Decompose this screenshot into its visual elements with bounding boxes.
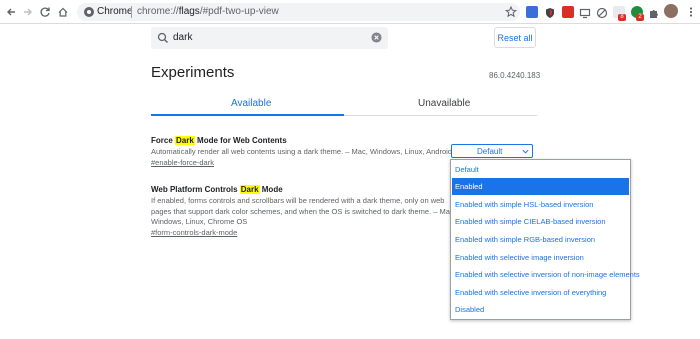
experiment-permalink[interactable]: #form-controls-dark-mode bbox=[151, 228, 237, 237]
search-highlight: Dark bbox=[175, 136, 195, 145]
experiment-description: Automatically render all web contents us… bbox=[151, 147, 452, 156]
address-bar[interactable]: Chrome chrome://flags/#pdf-two-up-view bbox=[77, 3, 520, 21]
site-label: Chrome bbox=[97, 6, 133, 17]
dropdown-option-selected[interactable]: Enabled bbox=[452, 178, 629, 195]
browser-toolbar: Chrome chrome://flags/#pdf-two-up-view 8… bbox=[0, 0, 700, 24]
avatar[interactable] bbox=[664, 4, 678, 18]
force-dark-select[interactable]: Default bbox=[451, 144, 533, 158]
reload-icon[interactable] bbox=[38, 5, 52, 19]
screen-extension-icon[interactable] bbox=[579, 6, 591, 19]
active-tab-indicator bbox=[151, 114, 344, 116]
dropdown-option[interactable]: Enabled with simple HSL-based inversion bbox=[452, 196, 629, 213]
search-flags-input[interactable]: dark bbox=[151, 27, 388, 49]
page-title: Experiments bbox=[151, 64, 235, 81]
dropdown-option[interactable]: Enabled with simple RGB-based inversion bbox=[452, 231, 629, 248]
chrome-site-icon[interactable] bbox=[83, 6, 95, 18]
forward-icon[interactable] bbox=[21, 5, 35, 19]
shield-extension-icon[interactable] bbox=[544, 6, 556, 18]
select-value: Default bbox=[477, 147, 503, 156]
address-separator bbox=[131, 6, 132, 18]
dropdown-option[interactable]: Default bbox=[452, 161, 629, 178]
dropdown-option[interactable]: Enabled with selective image inversion bbox=[452, 249, 629, 266]
bookmark-star-icon[interactable] bbox=[505, 6, 517, 18]
experiment-description: If enabled, forms controls and scrollbar… bbox=[151, 196, 456, 226]
extension-badge: 2 bbox=[636, 14, 644, 21]
extension-red-icon[interactable] bbox=[562, 6, 574, 18]
clear-search-icon[interactable] bbox=[371, 32, 382, 43]
version-label: 86.0.4240.183 bbox=[489, 71, 541, 80]
dropdown-option[interactable]: Disabled bbox=[452, 301, 629, 318]
experiment-title-force-dark: Force Dark Mode for Web Contents bbox=[151, 136, 287, 145]
block-extension-icon[interactable] bbox=[596, 6, 608, 19]
dropdown-option[interactable]: Enabled with simple CIELAB-based inversi… bbox=[452, 213, 629, 230]
search-highlight: Dark bbox=[239, 185, 260, 194]
home-icon[interactable] bbox=[56, 5, 70, 19]
reset-all-button[interactable]: Reset all bbox=[494, 27, 536, 48]
puzzle-extensions-icon[interactable] bbox=[648, 6, 660, 18]
dropdown-option[interactable]: Enabled with selective inversion of ever… bbox=[452, 284, 629, 301]
chevron-down-icon bbox=[522, 149, 529, 154]
extension-blue-icon[interactable] bbox=[526, 6, 538, 18]
extension-badge: 8 bbox=[618, 14, 626, 21]
experiment-permalink[interactable]: #enable-force-dark bbox=[151, 158, 214, 167]
back-icon[interactable] bbox=[4, 5, 18, 19]
tab-available[interactable]: Available bbox=[231, 98, 271, 109]
tab-unavailable[interactable]: Unavailable bbox=[418, 98, 470, 109]
select-options-dropdown: Default Enabled Enabled with simple HSL-… bbox=[450, 159, 640, 320]
search-icon bbox=[157, 32, 168, 43]
url-text[interactable]: chrome://flags/#pdf-two-up-view bbox=[137, 6, 279, 17]
experiment-title-form-controls-dark: Web Platform Controls Dark Mode bbox=[151, 185, 283, 194]
more-menu-icon[interactable] bbox=[684, 5, 698, 19]
dropdown-option[interactable]: Enabled with selective inversion of non-… bbox=[452, 266, 640, 283]
search-query-text: dark bbox=[173, 32, 193, 43]
